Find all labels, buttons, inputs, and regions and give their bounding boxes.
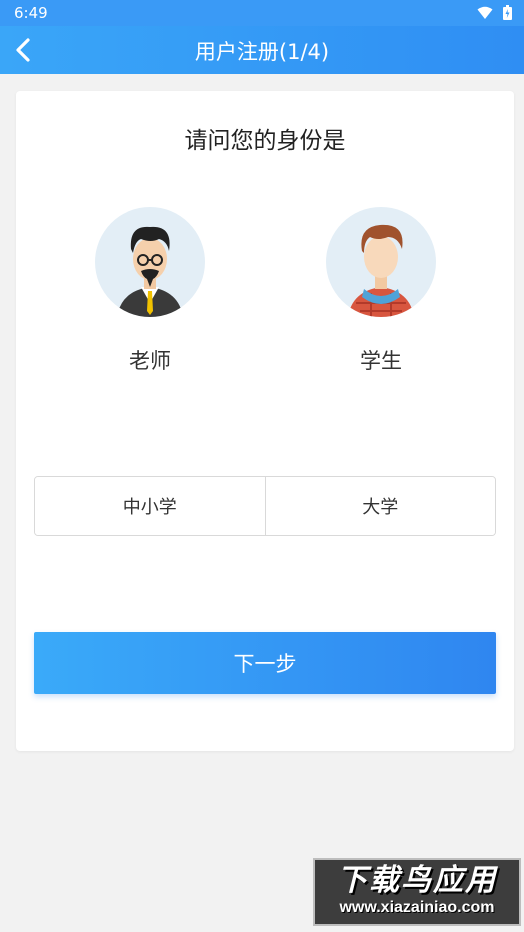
status-time: 6:49 xyxy=(14,4,48,22)
status-bar: 6:49 xyxy=(0,0,524,26)
app-bar: 用户注册(1/4) xyxy=(0,26,524,74)
teacher-avatar xyxy=(95,207,205,317)
role-student[interactable]: 学生 xyxy=(301,207,461,375)
watermark-url: www.xiazainiao.com xyxy=(339,899,495,916)
student-avatar xyxy=(326,207,436,317)
battery-icon xyxy=(503,5,512,20)
watermark-title: 下载鸟应用 xyxy=(337,864,497,897)
registration-card: 请问您的身份是 老师 学生 中小学 大学 下一步 xyxy=(16,91,514,751)
role-teacher[interactable]: 老师 xyxy=(70,207,230,375)
teacher-avatar-icon xyxy=(117,226,183,317)
role-student-label: 学生 xyxy=(360,349,402,373)
student-avatar-icon xyxy=(348,224,414,317)
page-title: 用户注册(1/4) xyxy=(194,40,330,64)
segment-primary-secondary[interactable]: 中小学 xyxy=(35,477,265,535)
identity-question: 请问您的身份是 xyxy=(184,128,346,154)
site-watermark: 下载鸟应用 www.xiazainiao.com xyxy=(313,858,521,926)
wifi-icon xyxy=(477,6,493,19)
role-teacher-label: 老师 xyxy=(129,349,171,373)
status-icons xyxy=(477,5,512,20)
school-level-selector: 中小学 大学 xyxy=(34,476,496,536)
next-step-button[interactable]: 下一步 xyxy=(34,632,496,694)
segment-university[interactable]: 大学 xyxy=(264,477,495,535)
